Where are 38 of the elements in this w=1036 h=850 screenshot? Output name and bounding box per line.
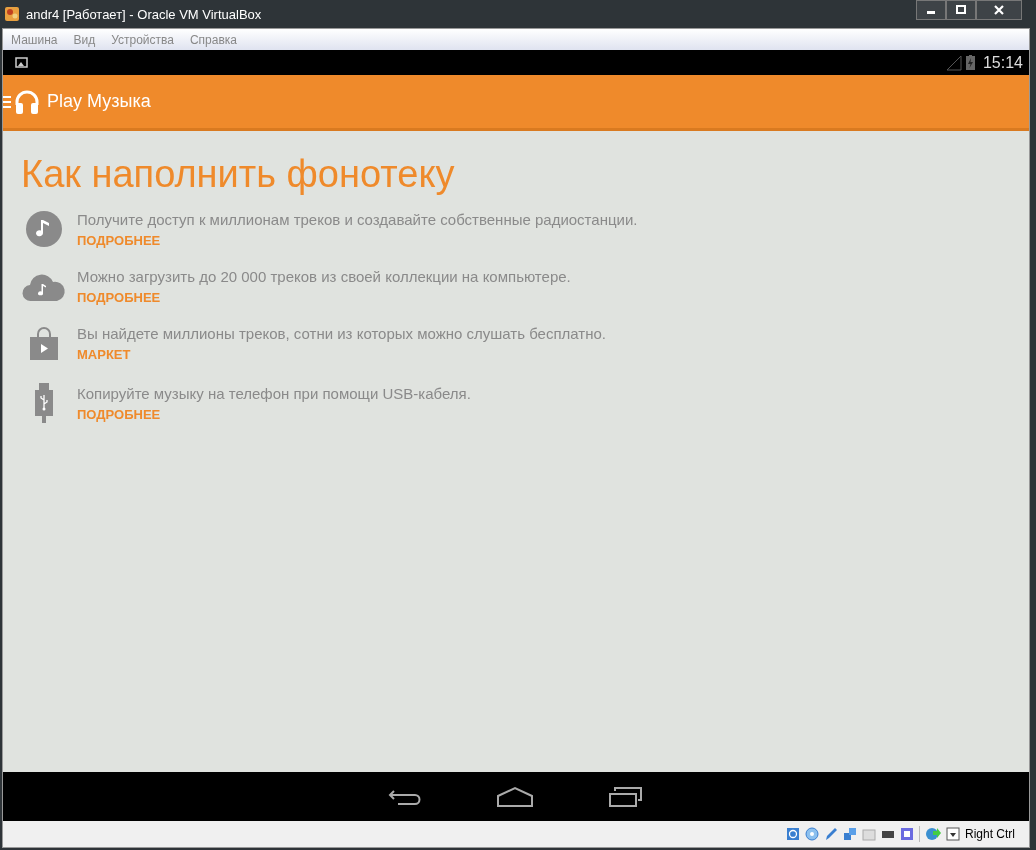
pen-icon[interactable] (824, 827, 838, 841)
optical-disc-icon[interactable] (805, 827, 819, 841)
battery-icon (965, 55, 975, 70)
signal-icon (945, 54, 962, 71)
network-icon[interactable] (843, 827, 857, 841)
feature-description: Можно загрузить до 20 000 треков из своей коллекции на компьютере. (77, 268, 571, 285)
music-note-icon (25, 210, 63, 248)
feature-link[interactable]: ПОДРОБНЕЕ (77, 232, 161, 248)
home-icon (496, 785, 534, 808)
feature-description: Вы найдете миллионы треков, сотни из которых можно слушать бесплатно. (77, 325, 606, 342)
feature-link[interactable]: МАРКЕТ (77, 347, 131, 362)
usb-plug-icon (33, 382, 55, 424)
hard-disk-icon[interactable] (786, 827, 800, 841)
close-button[interactable] (976, 0, 1022, 20)
page-heading: Как наполнить фонотеку (21, 153, 456, 196)
screenshot-icon (15, 55, 29, 70)
maximize-icon (956, 5, 966, 15)
recent-apps-button[interactable] (608, 785, 644, 808)
maximize-button[interactable] (946, 0, 976, 20)
shopping-bag-icon (27, 326, 61, 361)
window-title: andr4 [Работает] - Oracle VM VirtualBox (26, 6, 262, 22)
menu-item[interactable]: Устройства (111, 32, 174, 47)
menu-item[interactable]: Справка (189, 32, 237, 47)
feature-description: Копируйте музыку на телефон при помощи USB-кабеля. (77, 384, 471, 402)
app-title: Play Музыка (47, 91, 151, 112)
feature-link[interactable]: ПОДРОБНЕЕ (77, 406, 161, 422)
host-key-label: Right Ctrl (965, 827, 1015, 841)
feature-link[interactable]: ПОДРОБНЕЕ (77, 290, 161, 305)
app-icon (4, 6, 20, 22)
menu-item[interactable]: Вид (73, 32, 96, 47)
clock-text: 15:14 (982, 53, 1023, 72)
feature-description: Получите доступ к миллионам треков и создавайте собственные радиостанции. (77, 210, 638, 228)
recent-apps-icon (608, 785, 644, 808)
cpu-icon[interactable] (900, 827, 914, 841)
minimize-button[interactable] (916, 0, 946, 20)
home-button[interactable] (496, 785, 534, 808)
menu-item[interactable]: Машина (11, 32, 58, 47)
close-icon (993, 5, 1005, 15)
